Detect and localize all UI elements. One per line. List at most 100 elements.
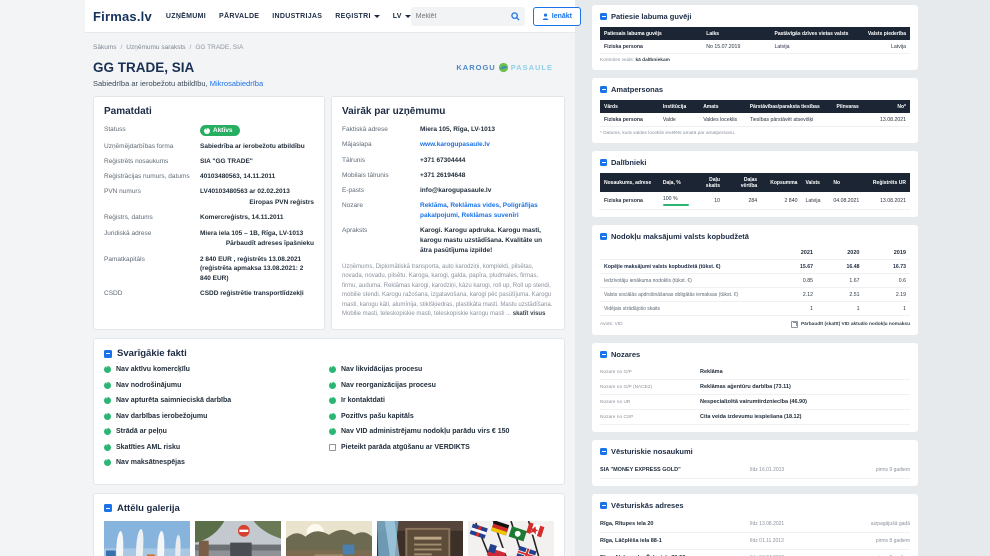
table-row: Kopējie maksājumi valsts kopbudžetā (tūk… — [600, 260, 910, 274]
section-icon[interactable] — [600, 86, 607, 93]
chevron-down-icon — [405, 15, 411, 18]
fact-item: Nav reorganizācijas procesu — [329, 382, 554, 389]
officers-card: Amatpersonas Vārds Institūcija Amats Pār… — [592, 78, 918, 143]
section-icon[interactable] — [104, 504, 112, 512]
aml-risk-link[interactable]: Skatīties AML risku — [104, 444, 329, 451]
see-all-link[interactable]: skatīt visus — [513, 311, 546, 317]
industry-row: Nozare no CSPCita veida izdevumu iespieš… — [600, 410, 910, 425]
table-row[interactable]: Fiziska persona Valde Valdes loceklis Ti… — [600, 113, 910, 127]
capital-value: 2 840 EUR , reģistrēts 13.08.2021 (reģis… — [200, 255, 314, 284]
website-link[interactable]: www.karogupasaule.lv — [420, 140, 554, 150]
beneficiaries-table: Patiesais labuma guvējs Laiks Pastāvīgās… — [600, 27, 910, 54]
page-title: GG TRADE, SIA — [93, 60, 263, 75]
breadcrumb-current: GG TRADE, SIA — [195, 44, 243, 51]
section-icon[interactable] — [600, 502, 607, 509]
check-icon — [329, 366, 336, 373]
vid-check-link[interactable]: Pārbaudīt (skatīt) VID aktuālo nodokļu n… — [791, 321, 910, 328]
actual-address-value: Miera 105, Rīga, LV-1013 — [420, 125, 554, 135]
eu-vat-register-link[interactable]: Eiropas PVN reģistrs — [200, 198, 314, 208]
fact-item: Nav likvidācijas procesu — [329, 366, 554, 373]
table-row: Iedzīvotāju ienākuma nodoklis (tūkst. €)… — [600, 274, 910, 288]
historical-address-row: Rīga, Aleksandra Čaka iela 70-53 līdz 04… — [600, 550, 910, 556]
login-button[interactable]: Ienākt — [533, 7, 581, 26]
top-navigation-bar: Firmas.lv UZŅĒMUMI PĀRVALDE INDUSTRIJAS … — [85, 0, 575, 33]
gallery-image-small-flags[interactable]: Karodziņu izgatavošana — [468, 521, 554, 556]
mobile-value: +371 26194648 — [420, 171, 554, 181]
register-date-value: Komercreģistrs, 14.11.2011 — [200, 213, 314, 223]
section-icon[interactable] — [600, 351, 607, 358]
members-card: Dalībnieki Nosaukums, adrese Daļa, % Daļ… — [592, 151, 918, 217]
keywords-paragraph: Uzņēmums, Diplomātiskā transporta, auto … — [342, 263, 554, 321]
fact-item: Nav maksātnespējas — [104, 459, 329, 466]
officers-footnote: * Datums, kurā valdes loceklis ievēlēts … — [600, 131, 910, 136]
breadcrumb-home[interactable]: Sākums — [93, 44, 116, 51]
search-icon[interactable] — [511, 12, 520, 21]
section-icon[interactable] — [600, 233, 607, 240]
breadcrumb-company-list[interactable]: Uzņēmumu saraksts — [126, 44, 185, 51]
industry-links[interactable]: Reklāma, Reklāmas vides, Poligrāfijas pa… — [420, 201, 554, 221]
check-icon — [104, 382, 111, 389]
gallery-image-flag-print[interactable]: Karogu druka — [377, 521, 463, 556]
fact-item: Nav nodrošinājumu — [104, 382, 329, 389]
breadcrumb-separator: / — [120, 44, 122, 51]
main-column: Firmas.lv UZŅĒMUMI PĀRVALDE INDUSTRIJAS … — [0, 0, 575, 556]
microcompany-link[interactable]: Mikrosabiedrība — [210, 79, 263, 88]
control-type-note: Kontroles veids: kā dalībniekam — [600, 58, 910, 63]
check-icon — [104, 413, 111, 420]
status-badge: Aktīvs — [200, 125, 240, 136]
section-icon[interactable] — [600, 13, 607, 20]
company-form: Sabiedrība ar ierobežotu atbildību, Mikr… — [93, 79, 263, 88]
check-address-owner-link[interactable]: Pārbaudīt adreses īpašnieku — [200, 239, 314, 249]
image-gallery-card: Attēlu galerija Karogu izgatavošana — [93, 493, 565, 556]
phone-value: +371 67304444 — [420, 156, 554, 166]
fact-item: Nav VID administrējamu nodokļu parādu vi… — [329, 428, 554, 435]
nav-uznemumi[interactable]: UZŅĒMUMI — [166, 13, 206, 20]
pamatdati-title: Pamatdati — [104, 106, 314, 117]
verdikts-debt-link[interactable]: Pieteikt parāda atgūšanu ar VERDIKTS — [329, 444, 554, 451]
check-icon — [104, 366, 111, 373]
table-row: Valsts sociālās apdrošināšanas obligātās… — [600, 288, 910, 302]
section-icon[interactable] — [600, 448, 607, 455]
industry-row: Nozare no URNespecializētā vairumtirdzni… — [600, 395, 910, 410]
fact-item: Strādā ar peļņu — [104, 428, 329, 435]
nav-registri[interactable]: REĢISTRI — [335, 13, 379, 20]
check-icon — [329, 382, 336, 389]
gallery-image-flag-production[interactable]: Karogu izgatavošana — [104, 521, 190, 556]
nav-language[interactable]: LV — [393, 13, 411, 20]
table-row: Vidējais strādājošo skaits 1 1 1 — [600, 302, 910, 316]
fact-item: Nav darbības ierobežojumu — [104, 413, 329, 420]
historical-name-row: SIA "MONEY EXPRESS GOLD" līdz 16.01.2013… — [600, 462, 910, 479]
gallery-image-beach-flags[interactable]: Pludmales karogi — [286, 521, 372, 556]
csdd-vehicles-link[interactable]: CSDD reģistrētie transportlīdzekļi — [200, 289, 314, 299]
firmas-logo[interactable]: Firmas.lv — [93, 9, 152, 24]
external-link-icon — [329, 444, 336, 451]
table-row[interactable]: Fiziska persona No 15.07.2019 Latvija La… — [600, 40, 910, 54]
vat-number-value: LV40103480563 ar 02.02.2013 — [200, 188, 290, 195]
check-icon — [204, 128, 210, 134]
side-column: Patiesie labuma guvēji Patiesais labuma … — [592, 0, 918, 556]
key-facts-card: Svarīgākie fakti Nav aktīvu komercķīlu N… — [93, 338, 565, 485]
person-icon — [542, 13, 549, 20]
section-icon[interactable] — [104, 350, 112, 358]
officers-table: Vārds Institūcija Amats Pārstāvības/para… — [600, 100, 910, 127]
legal-address-value: Miera iela 105 – 1B, Rīga, LV-1013 — [200, 230, 303, 237]
share-progress-bar — [663, 204, 689, 206]
section-icon[interactable] — [600, 159, 607, 166]
historical-address-row: Rīga, Rītupes iela 20 līdz 13.08.2021 ai… — [600, 516, 910, 533]
tax-source: Avots: VID — [600, 322, 623, 327]
taxes-card: Nodokļu maksājumi valsts kopbudžetā 2021… — [592, 225, 918, 335]
registered-name-value: SIA "GG TRADE" — [200, 157, 314, 167]
historical-address-row: Rīga, Lāčplēša iela 88-1 līdz 01.11.2013… — [600, 533, 910, 550]
nav-parvalde[interactable]: PĀRVALDE — [219, 13, 259, 20]
main-nav: UZŅĒMUMI PĀRVALDE INDUSTRIJAS REĢISTRI L… — [166, 13, 411, 20]
table-row[interactable]: Fiziska persona 100 % 10 284 2 840 Latvi… — [600, 192, 910, 210]
fact-item: Ir kontaktdati — [329, 397, 554, 404]
industry-row: Nozare no G/PReklāma — [600, 365, 910, 380]
more-about-company-card: Vairāk par uzņēmumu Faktiskā adreseMiera… — [331, 96, 565, 330]
search-input[interactable] — [416, 13, 511, 20]
nav-industrijas[interactable]: INDUSTRIJAS — [272, 13, 322, 20]
karogu-pasaule-logo: KAROGU PASAULE — [456, 62, 553, 73]
gallery-image-flag-printing[interactable]: Karogu apdruka — [195, 521, 281, 556]
historical-names-card: Vēsturiskie nosaukumi SIA "MONEY EXPRESS… — [592, 440, 918, 486]
search-box — [411, 7, 525, 26]
